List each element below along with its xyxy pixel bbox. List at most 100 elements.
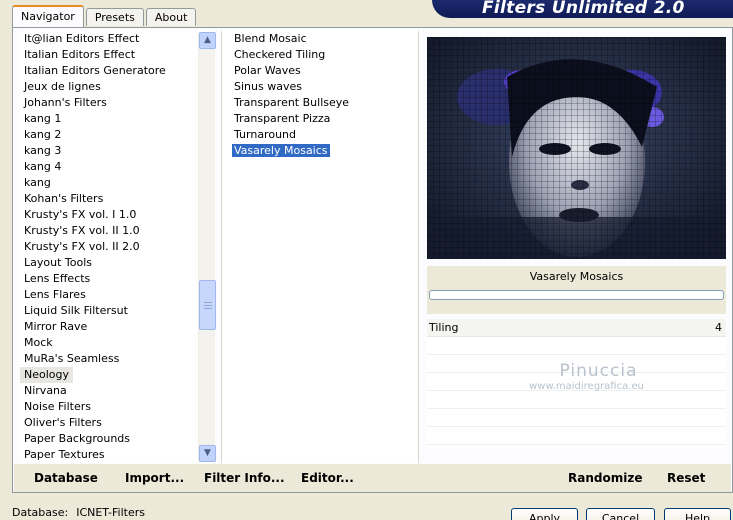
reset-button[interactable]: Reset <box>667 471 705 485</box>
category-label: Noise Filters <box>24 400 91 413</box>
category-item[interactable]: Krusty's FX vol. I 1.0 <box>20 207 210 223</box>
category-item[interactable]: Paper Backgrounds <box>20 431 210 447</box>
category-item[interactable]: Lens Flares <box>20 287 210 303</box>
param-label: Tiling <box>429 321 459 334</box>
randomize-button[interactable]: Randomize <box>568 471 642 485</box>
category-item[interactable]: Johann's Filters <box>20 95 210 111</box>
filter-info-button[interactable]: Filter Info... <box>204 471 285 485</box>
effect-label: Transparent Bullseye <box>234 96 350 109</box>
progress-bar <box>429 290 724 300</box>
category-item[interactable]: It@lian Editors Effect <box>20 31 210 47</box>
watermark-name: Pinuccia <box>559 361 638 381</box>
category-label: Layout Tools <box>24 256 92 269</box>
category-label: Krusty's FX vol. II 2.0 <box>24 240 140 253</box>
category-item[interactable]: Jeux de lignes <box>20 79 210 95</box>
category-label: Neology <box>20 367 74 383</box>
category-label: Jeux de lignes <box>24 80 101 93</box>
tab-navigator[interactable]: Navigator <box>12 5 84 27</box>
database-button[interactable]: Database <box>34 471 98 485</box>
category-item[interactable]: Layout Tools <box>20 255 210 271</box>
category-item[interactable]: Mock <box>20 335 210 351</box>
status-value: ICNET-Filters <box>76 506 145 519</box>
navigator-panel: It@lian Editors Effect Italian Editors Ef… <box>12 27 733 493</box>
effect-item[interactable]: Polar Waves <box>222 63 418 79</box>
effect-label: Turnaround <box>234 128 296 141</box>
tab-about[interactable]: About <box>145 8 197 26</box>
status-label: Database: <box>12 506 69 519</box>
category-label: Lens Effects <box>24 272 91 285</box>
effect-label: Sinus waves <box>234 80 302 93</box>
category-label: It@lian Editors Effect <box>24 32 140 45</box>
category-item[interactable]: Paper Textures <box>20 447 210 463</box>
category-label: Lens Flares <box>24 288 86 301</box>
scroll-up-button[interactable]: ▲ <box>199 32 216 49</box>
effect-item[interactable]: Transparent Bullseye <box>222 95 418 111</box>
tab-presets[interactable]: Presets <box>85 8 144 26</box>
category-label: Italian Editors Effect <box>24 48 136 61</box>
category-label: Krusty's FX vol. II 1.0 <box>24 224 140 237</box>
effect-label: Checkered Tiling <box>234 48 326 61</box>
param-row <box>427 391 726 409</box>
category-label: Johann's Filters <box>24 96 107 109</box>
category-item[interactable]: Oliver's Filters <box>20 415 210 431</box>
category-item[interactable]: Kohan's Filters <box>20 191 210 207</box>
category-item[interactable]: kang 2 <box>20 127 210 143</box>
filter-info-box: Vasarely Mosaics <box>427 266 726 314</box>
category-item[interactable]: Krusty's FX vol. II 2.0 <box>20 239 210 255</box>
category-item[interactable]: MuRa's Seamless <box>20 351 210 367</box>
category-label: Oliver's Filters <box>24 416 102 429</box>
category-item[interactable]: Lens Effects <box>20 271 210 287</box>
database-status: Database: ICNET-Filters <box>12 506 145 519</box>
category-list[interactable]: It@lian Editors Effect Italian Editors Ef… <box>20 31 210 463</box>
category-item[interactable]: Liquid Silk Filtersut <box>20 303 210 319</box>
tab-strip: Navigator Presets About <box>12 4 198 27</box>
category-item[interactable]: Italian Editors Effect <box>20 47 210 63</box>
effect-item[interactable]: Blend Mosaic <box>222 31 418 47</box>
import-button[interactable]: Import... <box>125 471 184 485</box>
effect-label: Polar Waves <box>234 64 301 77</box>
current-filter-name: Vasarely Mosaics <box>529 270 624 283</box>
category-label: Paper Textures <box>24 448 105 461</box>
category-item[interactable]: Mirror Rave <box>20 319 210 335</box>
category-label: Krusty's FX vol. I 1.0 <box>24 208 137 221</box>
preview-image <box>427 37 726 259</box>
category-label: MuRa's Seamless <box>24 352 120 365</box>
apply-button[interactable]: Apply <box>511 508 578 520</box>
category-item[interactable]: kang <box>20 175 210 191</box>
category-item[interactable]: kang 3 <box>20 143 210 159</box>
watermark-url: www.maidiregrafica.eu <box>529 381 644 392</box>
effect-label: Blend Mosaic <box>234 32 307 45</box>
effect-item[interactable]: Turnaround <box>222 127 418 143</box>
param-value: 4 <box>715 321 722 334</box>
effect-item[interactable]: Sinus waves <box>222 79 418 95</box>
banner-title: Filters Unlimited 2.0 <box>482 0 685 18</box>
scroll-down-button[interactable]: ▼ <box>199 445 216 462</box>
cancel-button[interactable]: Cancel <box>586 508 655 520</box>
category-item[interactable]: kang 4 <box>20 159 210 175</box>
scroll-thumb[interactable] <box>199 280 216 330</box>
category-scrollbar[interactable]: ▲ ▼ <box>198 32 216 462</box>
category-item[interactable]: Krusty's FX vol. II 1.0 <box>20 223 210 239</box>
effect-list[interactable]: Blend Mosaic Checkered Tiling Polar Waves S… <box>221 31 419 463</box>
category-item[interactable]: kang 1 <box>20 111 210 127</box>
category-label: kang 4 <box>24 160 62 173</box>
effect-label: Transparent Pizza <box>234 112 331 125</box>
param-row-tiling[interactable]: Tiling 4 <box>427 319 726 337</box>
category-item[interactable]: Neology <box>20 367 210 383</box>
category-label: Mock <box>24 336 53 349</box>
category-label: Nirvana <box>24 384 67 397</box>
effect-item[interactable]: Checkered Tiling <box>222 47 418 63</box>
editor-button[interactable]: Editor... <box>301 471 354 485</box>
category-item[interactable]: Italian Editors Generatore <box>20 63 210 79</box>
effect-label: Vasarely Mosaics <box>232 144 330 157</box>
effect-item[interactable]: Vasarely Mosaics <box>222 143 418 159</box>
category-label: Kohan's Filters <box>24 192 104 205</box>
category-label: kang 2 <box>24 128 62 141</box>
help-button[interactable]: Help <box>664 508 731 520</box>
category-label: kang 3 <box>24 144 62 157</box>
category-label: Liquid Silk Filtersut <box>24 304 128 317</box>
category-item[interactable]: Nirvana <box>20 383 210 399</box>
category-item[interactable]: Noise Filters <box>20 399 210 415</box>
param-row <box>427 427 726 445</box>
effect-item[interactable]: Transparent Pizza <box>222 111 418 127</box>
